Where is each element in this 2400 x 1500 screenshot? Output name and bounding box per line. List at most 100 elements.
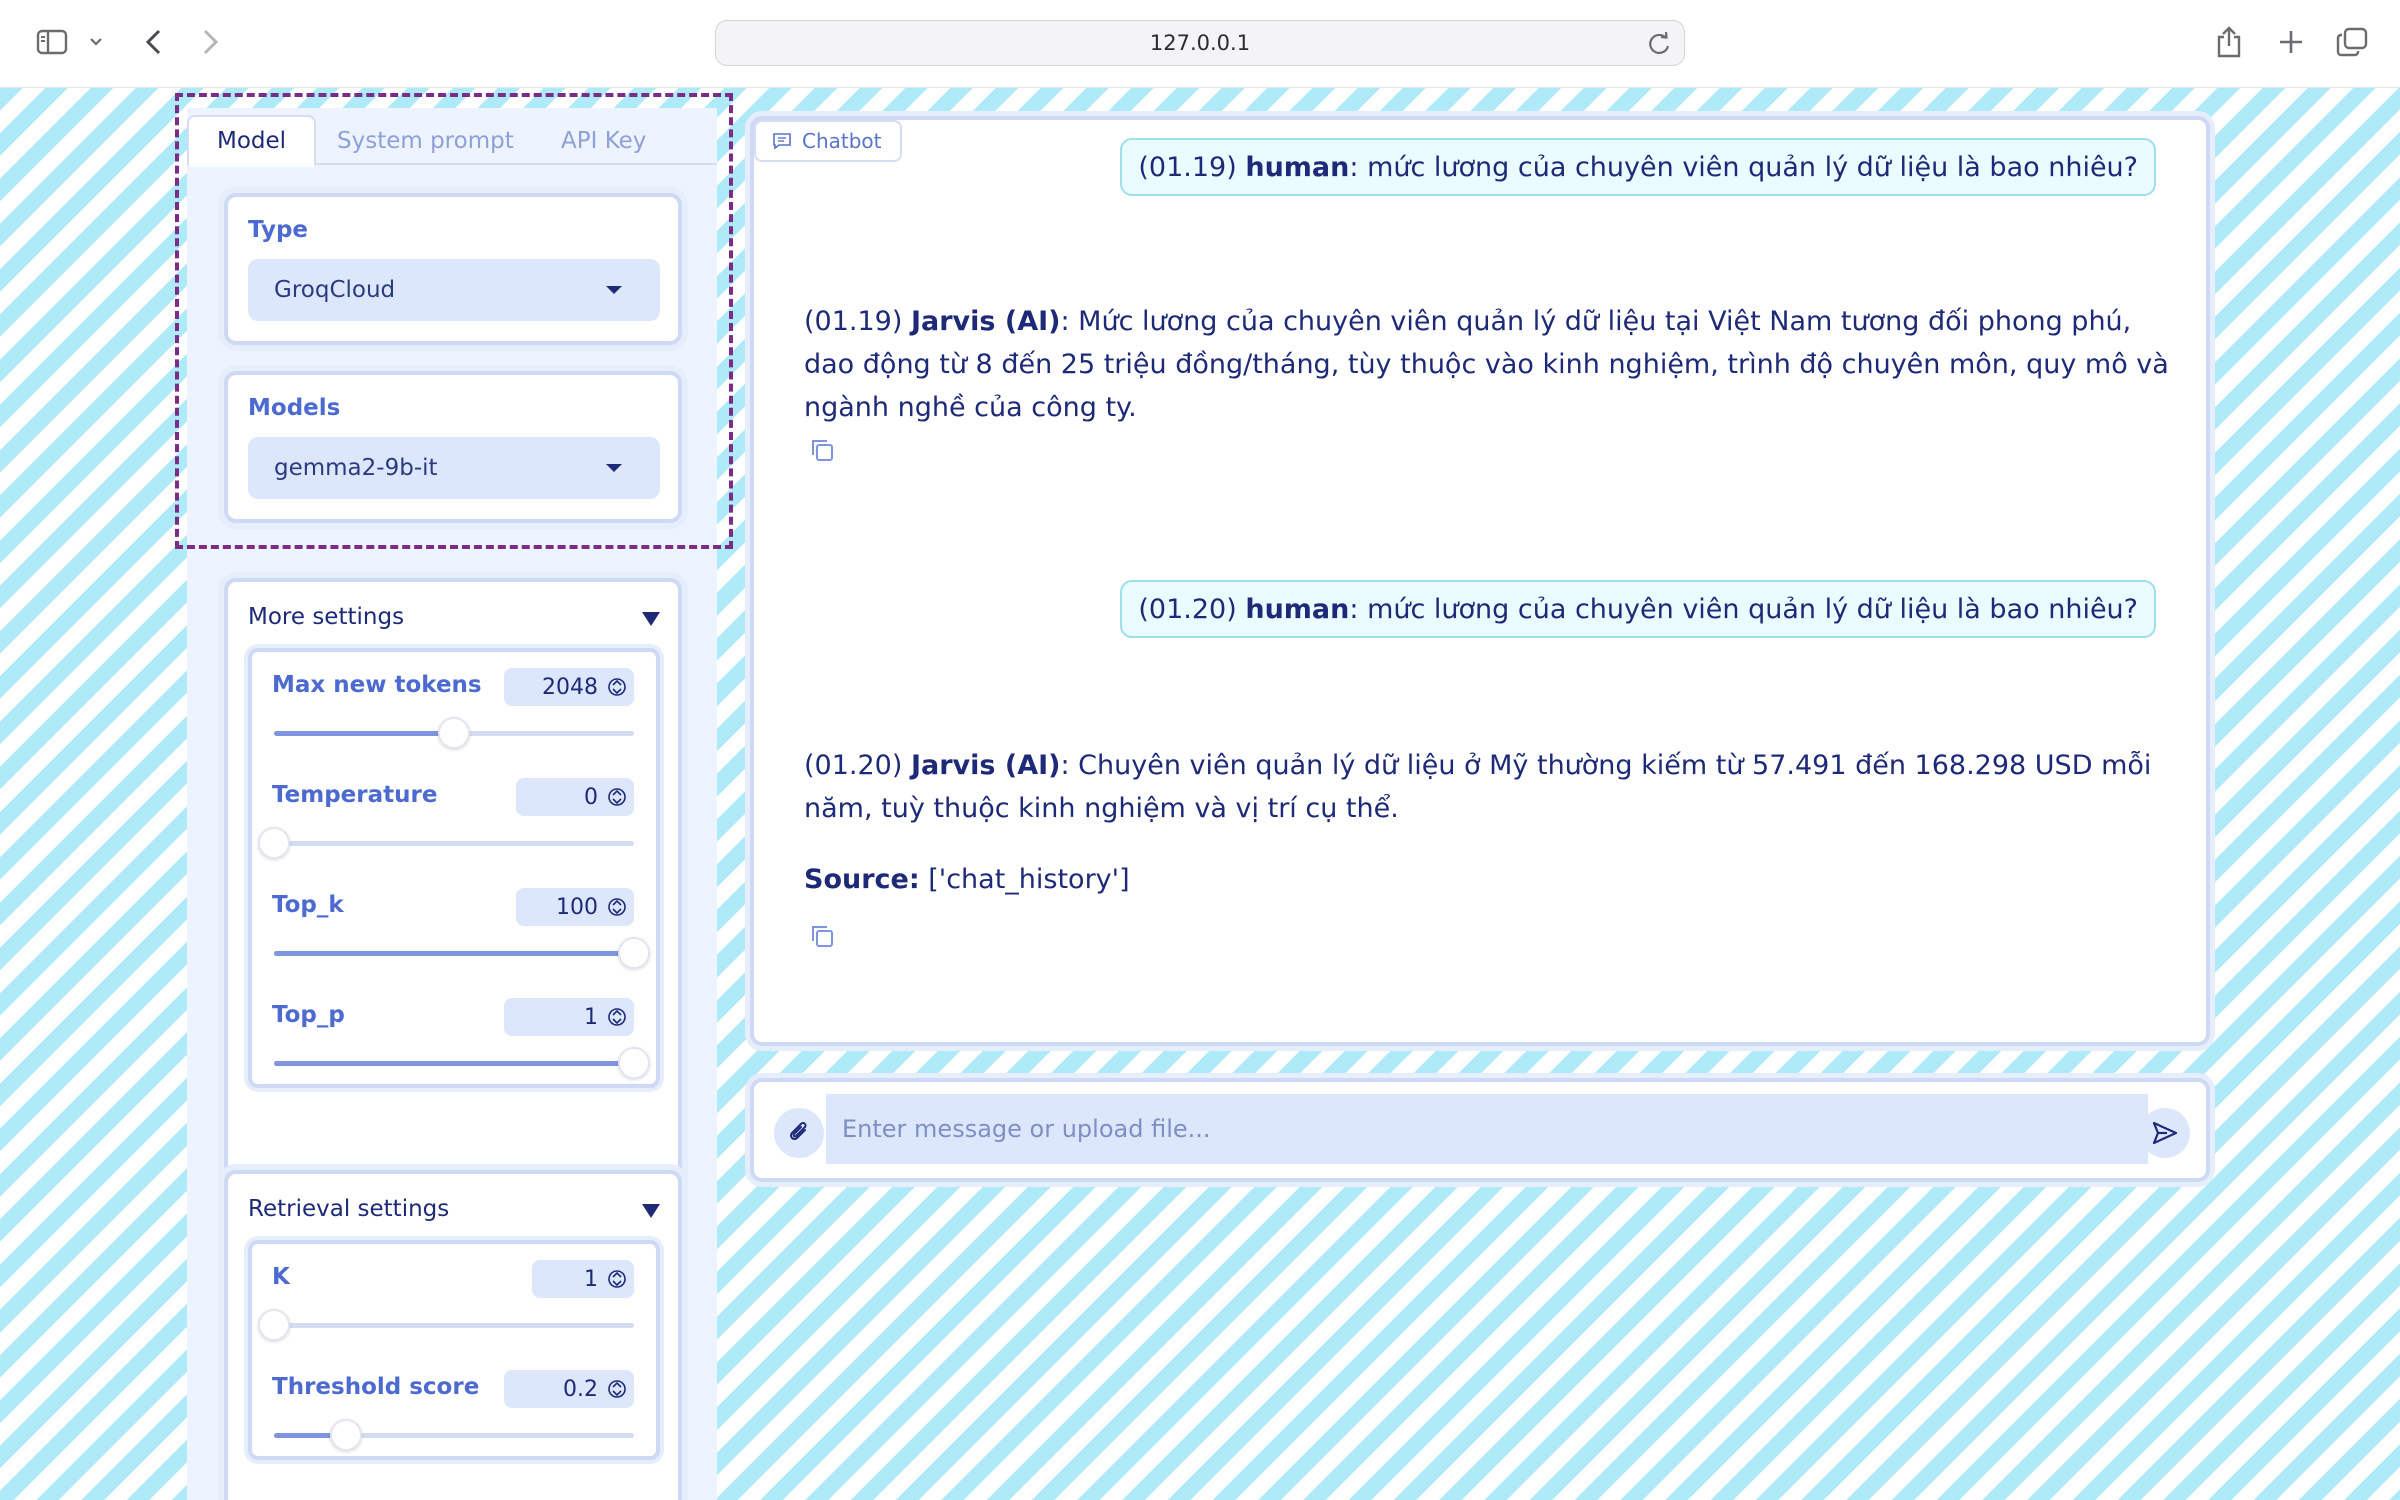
number-value: 0.2 [563,1376,598,1402]
message-speaker: Jarvis (AI) [910,750,1061,781]
message-time: (01.20) [1138,593,1237,625]
url-text: 127.0.0.1 [1149,31,1251,55]
source-line: Source: ['chat_history'] [804,858,2170,901]
slider-track[interactable] [274,1047,650,1079]
spinner-icon[interactable] [608,895,626,919]
message-composer [750,1078,2210,1182]
chevron-down-icon [606,464,622,472]
browser-toolbar: 127.0.0.1 [0,0,2400,88]
slider-label: Top_p [272,1002,345,1028]
slider-label: K [272,1264,290,1290]
collapse-triangle-icon[interactable] [642,1204,660,1218]
share-icon[interactable] [2212,20,2246,64]
chatbot-label-text: Chatbot [802,129,882,153]
url-bar[interactable]: 127.0.0.1 [715,20,1685,66]
user-message: (01.20) human: mức lương của chuyên viên… [1120,580,2156,638]
spinner-icon[interactable] [608,1377,626,1401]
slider-track[interactable] [258,827,634,859]
slider-label: Threshold score [272,1374,480,1400]
retrieval-settings-title: Retrieval settings [248,1196,450,1222]
message-input[interactable] [826,1094,2148,1164]
message-time: (01.20) [804,750,903,781]
tab-model[interactable]: Model [187,115,317,167]
new-tab-icon[interactable] [2274,20,2308,64]
sidebar-toggle-icon[interactable] [32,20,72,64]
message-speaker: human [1245,593,1350,625]
message-speaker: Jarvis (AI) [910,306,1061,337]
slider-thumb[interactable] [438,717,470,749]
message-time: (01.19) [1138,151,1237,183]
type-label: Type [248,217,309,243]
spinner-icon[interactable] [608,1005,626,1029]
slider-track[interactable] [274,717,634,749]
type-card: Type GroqCloud [224,193,682,345]
spinner-icon[interactable] [608,675,626,699]
source-label: Source: [804,864,920,895]
message-speaker: human [1245,151,1350,183]
number-input[interactable]: 0 [516,778,634,816]
slider-label: Max new tokens [272,672,482,698]
send-icon [2152,1121,2178,1145]
send-button[interactable] [2140,1108,2190,1158]
chevron-down-icon[interactable] [86,20,106,64]
settings-tabs: Model System prompt API Key [187,115,717,167]
slider-thumb[interactable] [258,1309,290,1341]
forward-icon[interactable] [196,20,226,64]
reload-icon[interactable] [1644,29,1674,59]
models-card: Models gemma2-9b-it [224,371,682,523]
chatbot-label: Chatbot [754,120,902,162]
tab-api-key[interactable]: API Key [533,115,674,167]
chevron-down-icon [606,286,622,294]
slider-label: Temperature [272,782,438,808]
spinner-icon[interactable] [608,785,626,809]
type-select[interactable]: GroqCloud [248,259,660,321]
more-settings-title: More settings [248,604,405,630]
slider-track[interactable] [258,1309,634,1341]
number-input[interactable]: 1 [504,998,634,1036]
more-settings-body: Max new tokens 2048 Temperature 0 Top_k … [248,648,660,1088]
app-page: Model System prompt API Key Type GroqClo… [0,88,2400,1500]
models-label: Models [248,395,341,421]
slider-thumb[interactable] [618,937,650,969]
message-text: : mức lương của chuyên viên quản lý dữ l… [1349,151,2138,183]
slider-track[interactable] [274,937,650,969]
attach-button[interactable] [774,1108,824,1158]
collapse-triangle-icon[interactable] [642,612,660,626]
chat-icon [773,133,791,150]
slider-track[interactable] [274,1419,634,1451]
message-time: (01.19) [804,306,903,337]
tab-overview-icon[interactable] [2334,20,2370,64]
slider-thumb[interactable] [330,1419,362,1451]
number-input[interactable]: 100 [516,888,634,926]
copy-icon[interactable] [808,436,836,464]
number-value: 1 [584,1266,598,1292]
number-value: 100 [556,894,598,920]
models-select[interactable]: gemma2-9b-it [248,437,660,499]
paperclip-icon [789,1122,807,1141]
back-icon[interactable] [138,20,168,64]
slider-top-k: Top_k 100 [252,872,656,972]
slider-top-p: Top_p 1 [252,982,656,1082]
number-input[interactable]: 0.2 [504,1370,634,1408]
number-input[interactable]: 1 [532,1260,634,1298]
copy-icon[interactable] [808,922,836,950]
number-input[interactable]: 2048 [504,668,634,706]
slider-temperature: Temperature 0 [252,762,656,862]
slider-thumb[interactable] [258,827,290,859]
user-message: (01.19) human: mức lương của chuyên viên… [1120,138,2156,196]
bot-message: (01.19) Jarvis (AI): Mức lương của chuyê… [804,300,2170,429]
spinner-icon[interactable] [608,1267,626,1291]
number-value: 2048 [542,674,598,700]
number-value: 0 [584,784,598,810]
source-value: ['chat_history'] [919,864,1130,895]
slider-max-new-tokens: Max new tokens 2048 [252,652,656,752]
models-value: gemma2-9b-it [274,455,438,481]
retrieval-settings-panel: Retrieval settings K 1 Threshold score 0… [224,1170,682,1500]
retrieval-settings-body: K 1 Threshold score 0.2 [248,1240,660,1460]
slider-label: Top_k [272,892,344,918]
type-value: GroqCloud [274,277,396,303]
slider-thumb[interactable] [618,1047,650,1079]
message-text: : mức lương của chuyên viên quản lý dữ l… [1349,593,2138,625]
more-settings-panel: More settings Max new tokens 2048 Temper… [224,578,682,1198]
tab-system-prompt[interactable]: System prompt [309,115,542,167]
